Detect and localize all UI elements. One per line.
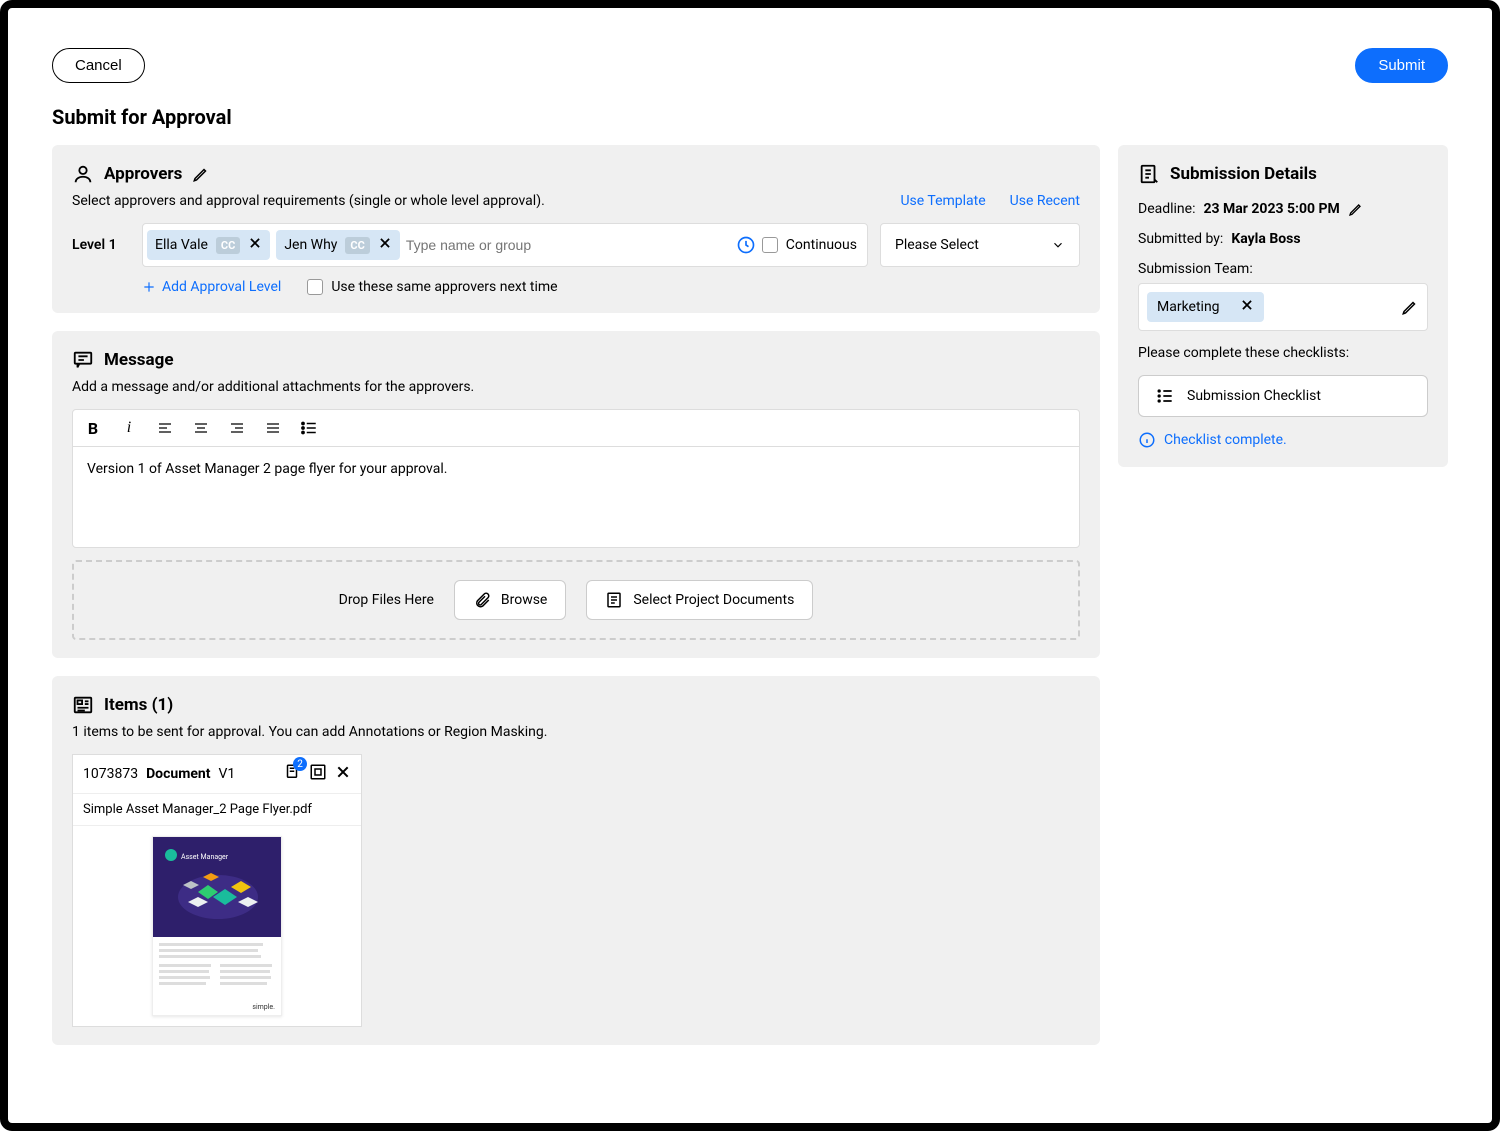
edit-deadline-icon[interactable]	[1348, 201, 1364, 217]
approvers-title: Approvers	[104, 164, 182, 184]
select-project-docs-button[interactable]: Select Project Documents	[586, 580, 813, 620]
same-approvers-checkbox[interactable]	[307, 279, 323, 295]
deadline-label: Deadline:	[1138, 201, 1195, 217]
message-subtitle: Add a message and/or additional attachme…	[72, 379, 1080, 395]
svg-text:Asset Manager: Asset Manager	[181, 853, 229, 861]
message-panel: Message Add a message and/or additional …	[52, 331, 1100, 658]
checklist-prompt: Please complete these checklists:	[1138, 345, 1349, 361]
remove-chip-icon[interactable]	[378, 236, 392, 254]
approver-input-box[interactable]: Ella Vale CC Jen Why CC	[142, 223, 868, 267]
continuous-label: Continuous	[786, 237, 857, 253]
remove-chip-icon[interactable]	[248, 236, 262, 254]
item-thumbnail[interactable]: Asset Manager	[73, 826, 361, 1026]
level-label: Level 1	[72, 237, 130, 253]
deadline-value: 23 Mar 2023 5:00 PM	[1203, 201, 1339, 217]
approvers-subtitle: Select approvers and approval requiremen…	[72, 193, 545, 209]
submit-button[interactable]: Submit	[1355, 48, 1448, 83]
approver-chip: Ella Vale CC	[147, 230, 270, 260]
submitted-by-value: Kayla Boss	[1231, 231, 1300, 247]
clock-icon[interactable]	[736, 235, 756, 255]
use-template-link[interactable]: Use Template	[900, 193, 985, 209]
info-icon	[1138, 431, 1156, 449]
cc-badge[interactable]: CC	[345, 237, 369, 254]
team-chip-name: Marketing	[1157, 299, 1220, 315]
items-icon	[72, 694, 94, 716]
bullet-list-button[interactable]	[299, 418, 319, 438]
approver-chip-name: Ella Vale	[155, 237, 208, 253]
annotations-count-badge: 2	[293, 757, 307, 771]
cancel-button[interactable]: Cancel	[52, 48, 145, 83]
approver-chip-name: Jen Why	[284, 237, 337, 253]
bold-button[interactable]: B	[83, 418, 103, 438]
item-version: V1	[219, 766, 236, 782]
align-justify-button[interactable]	[263, 418, 283, 438]
team-input-box[interactable]: Marketing	[1138, 283, 1428, 331]
add-approval-level-button[interactable]: Add Approval Level	[142, 279, 281, 295]
file-dropzone[interactable]: Drop Files Here Browse Select Project Do…	[72, 560, 1080, 640]
cc-badge[interactable]: CC	[216, 237, 240, 254]
item-id: 1073873	[83, 766, 138, 782]
remove-item-button[interactable]	[335, 764, 351, 784]
submitted-by-label: Submitted by:	[1138, 231, 1223, 247]
submission-checklist-button[interactable]: Submission Checklist	[1138, 375, 1428, 417]
chevron-down-icon	[1051, 238, 1065, 252]
editor-toolbar: B i	[73, 410, 1079, 447]
browse-button[interactable]: Browse	[454, 580, 566, 620]
align-center-button[interactable]	[191, 418, 211, 438]
drop-label: Drop Files Here	[339, 592, 434, 608]
use-recent-link[interactable]: Use Recent	[1010, 193, 1080, 209]
message-title: Message	[104, 350, 174, 370]
align-left-button[interactable]	[155, 418, 175, 438]
message-textarea[interactable]: Version 1 of Asset Manager 2 page flyer …	[73, 447, 1079, 547]
continuous-checkbox[interactable]	[762, 237, 778, 253]
items-subtitle: 1 items to be sent for approval. You can…	[72, 724, 1080, 740]
remove-team-icon[interactable]	[1240, 298, 1254, 316]
approval-type-select[interactable]: Please Select	[880, 223, 1080, 267]
thumb-footer: simple.	[153, 1003, 281, 1015]
italic-button[interactable]: i	[119, 418, 139, 438]
sidebar-title: Submission Details	[1170, 164, 1317, 184]
approvers-panel: Approvers Select approvers and approval …	[52, 145, 1100, 313]
edit-approvers-icon[interactable]	[192, 165, 210, 183]
approver-chip: Jen Why CC	[276, 230, 400, 260]
item-filename: Simple Asset Manager_2 Page Flyer.pdf	[73, 794, 361, 826]
team-chip: Marketing	[1147, 292, 1264, 322]
item-card: 1073873 Document V1 2	[72, 754, 362, 1027]
submission-details-panel: Submission Details Deadline: 23 Mar 2023…	[1118, 145, 1448, 467]
items-panel: Items (1) 1 items to be sent for approva…	[52, 676, 1100, 1045]
align-right-button[interactable]	[227, 418, 247, 438]
checklist-complete-status: Checklist complete.	[1138, 431, 1428, 449]
message-icon	[72, 349, 94, 371]
approver-input[interactable]	[406, 237, 730, 253]
item-type: Document	[146, 766, 210, 782]
person-icon	[72, 163, 94, 185]
annotations-button[interactable]: 2	[283, 763, 301, 785]
items-title: Items (1)	[104, 695, 173, 715]
page-title: Submit for Approval	[52, 105, 1448, 129]
edit-team-icon[interactable]	[1401, 298, 1419, 316]
details-icon	[1138, 163, 1160, 185]
masking-button[interactable]	[309, 763, 327, 785]
same-approvers-label: Use these same approvers next time	[331, 279, 557, 295]
team-label: Submission Team:	[1138, 261, 1253, 277]
select-placeholder: Please Select	[895, 237, 979, 253]
